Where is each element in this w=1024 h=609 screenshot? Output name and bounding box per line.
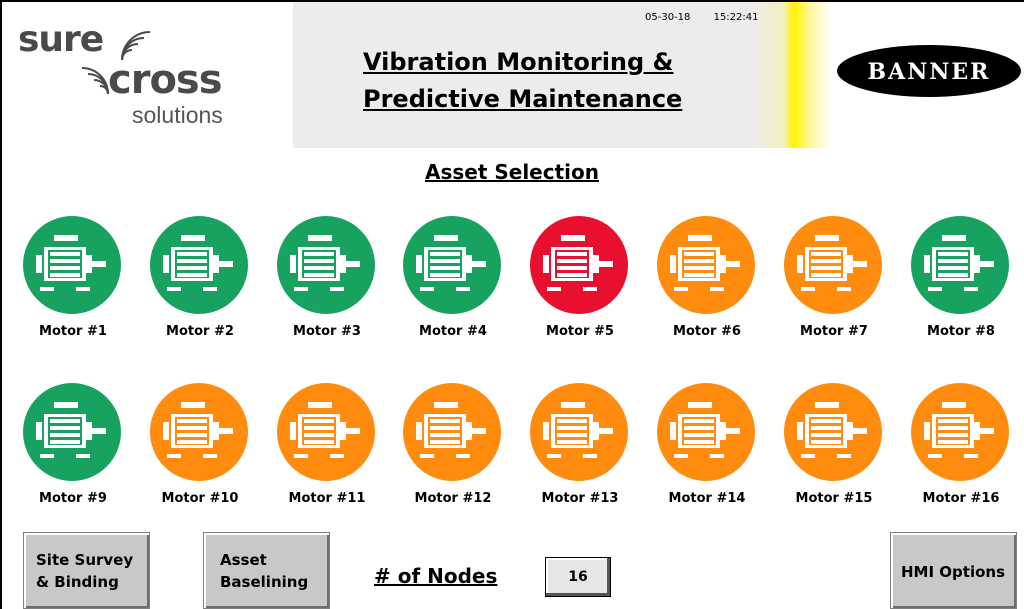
motor-status-indicator[interactable] xyxy=(277,216,375,314)
motor-label: Motor #12 xyxy=(414,491,492,506)
motor-status-indicator[interactable] xyxy=(530,383,628,481)
motor-status-indicator[interactable] xyxy=(784,383,882,481)
motor-icon xyxy=(670,235,740,291)
motor-tile[interactable]: Motor #5 xyxy=(522,216,638,346)
motor-icon xyxy=(797,402,867,458)
motor-tile[interactable]: Motor #7 xyxy=(776,216,892,346)
motor-tile[interactable]: Motor #6 xyxy=(649,216,765,346)
motor-label: Motor #8 xyxy=(927,324,995,339)
motor-tile[interactable]: Motor #16 xyxy=(903,383,1019,513)
motor-icon xyxy=(416,235,486,291)
motor-label: Motor #7 xyxy=(800,324,868,339)
motor-label: Motor #1 xyxy=(39,324,107,339)
motor-icon xyxy=(163,402,233,458)
site-survey-binding-button[interactable]: Site Survey & Binding xyxy=(23,532,150,609)
motor-icon xyxy=(290,402,360,458)
motor-status-indicator[interactable] xyxy=(530,216,628,314)
motor-status-indicator[interactable] xyxy=(911,383,1009,481)
motor-label: Motor #10 xyxy=(161,491,239,506)
motor-icon xyxy=(36,235,106,291)
motor-icon xyxy=(543,235,613,291)
motor-label: Motor #11 xyxy=(288,491,366,506)
motor-label: Motor #9 xyxy=(39,491,107,506)
motor-label: Motor #4 xyxy=(419,324,487,339)
motor-status-indicator[interactable] xyxy=(403,383,501,481)
motor-status-indicator[interactable] xyxy=(150,383,248,481)
motor-label: Motor #13 xyxy=(541,491,619,506)
motor-label: Motor #3 xyxy=(293,324,361,339)
site-survey-label-line2: & Binding xyxy=(36,573,119,591)
hmi-options-button[interactable]: HMI Options xyxy=(890,532,1017,609)
motor-status-indicator[interactable] xyxy=(277,383,375,481)
motor-status-indicator[interactable] xyxy=(657,216,755,314)
motor-tile[interactable]: Motor #12 xyxy=(395,383,511,513)
motor-icon xyxy=(924,235,994,291)
motor-status-indicator[interactable] xyxy=(784,216,882,314)
nodes-label: # of Nodes xyxy=(374,564,498,588)
motor-icon xyxy=(797,235,867,291)
motor-tile[interactable]: Motor #8 xyxy=(903,216,1019,346)
motor-status-indicator[interactable] xyxy=(150,216,248,314)
motor-label: Motor #16 xyxy=(922,491,1000,506)
motor-icon xyxy=(924,402,994,458)
motor-icon xyxy=(670,402,740,458)
motor-status-indicator[interactable] xyxy=(657,383,755,481)
motor-label: Motor #6 xyxy=(673,324,741,339)
motor-icon xyxy=(416,402,486,458)
motor-tile[interactable]: Motor #3 xyxy=(269,216,385,346)
motor-icon xyxy=(290,235,360,291)
motor-tile[interactable]: Motor #4 xyxy=(395,216,511,346)
motor-status-indicator[interactable] xyxy=(23,383,121,481)
motor-grid: Motor #1 Motor #2 Motor #3 Motor #4 Motor #5… xyxy=(0,0,1024,520)
motor-tile[interactable]: Motor #15 xyxy=(776,383,892,513)
motor-icon xyxy=(36,402,106,458)
motor-icon xyxy=(163,235,233,291)
motor-tile[interactable]: Motor #13 xyxy=(522,383,638,513)
motor-label: Motor #2 xyxy=(166,324,234,339)
motor-status-indicator[interactable] xyxy=(23,216,121,314)
motor-status-indicator[interactable] xyxy=(403,216,501,314)
motor-tile[interactable]: Motor #9 xyxy=(15,383,131,513)
motor-tile[interactable]: Motor #10 xyxy=(142,383,258,513)
site-survey-label-line1: Site Survey xyxy=(36,551,134,569)
motor-label: Motor #15 xyxy=(795,491,873,506)
nodes-count-field[interactable]: 16 xyxy=(545,557,611,597)
motor-label: Motor #14 xyxy=(668,491,746,506)
motor-icon xyxy=(543,402,613,458)
asset-baselining-label-line2: Baselining xyxy=(220,573,309,591)
motor-tile[interactable]: Motor #14 xyxy=(649,383,765,513)
motor-label: Motor #5 xyxy=(546,324,614,339)
asset-baselining-label-line1: Asset xyxy=(220,551,267,569)
asset-baselining-button[interactable]: Asset Baselining xyxy=(203,532,330,609)
motor-tile[interactable]: Motor #11 xyxy=(269,383,385,513)
motor-tile[interactable]: Motor #2 xyxy=(142,216,258,346)
motor-tile[interactable]: Motor #1 xyxy=(15,216,131,346)
motor-status-indicator[interactable] xyxy=(911,216,1009,314)
